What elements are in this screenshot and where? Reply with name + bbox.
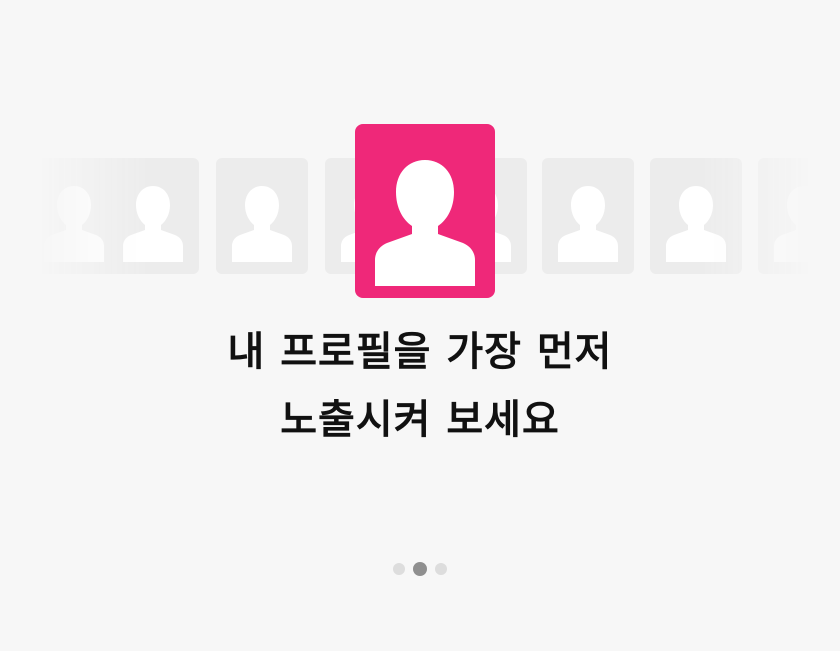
featured-profile-card <box>355 124 495 298</box>
user-silhouette-icon <box>774 186 834 262</box>
profile-thumbnail <box>758 158 840 274</box>
onboarding-carousel[interactable]: 내 프로필을 가장 먼저 노출시켜 보세요 <box>0 0 840 651</box>
pagination-dot-2-active[interactable] <box>413 562 427 576</box>
pagination-dot-3[interactable] <box>435 563 447 575</box>
onboarding-headline: 내 프로필을 가장 먼저 노출시켜 보세요 <box>0 318 840 454</box>
user-silhouette-icon <box>232 186 292 262</box>
profile-thumbnail <box>650 158 742 274</box>
profile-thumbnail <box>107 158 199 274</box>
profile-thumbnail <box>542 158 634 274</box>
pagination-dot-1[interactable] <box>393 563 405 575</box>
profile-thumbnail <box>216 158 308 274</box>
user-silhouette-icon <box>558 186 618 262</box>
headline-line-2: 노출시켜 보세요 <box>280 397 560 443</box>
pagination-dots <box>0 562 840 576</box>
user-profile-icon <box>375 160 475 286</box>
user-silhouette-icon <box>123 186 183 262</box>
user-silhouette-icon <box>666 186 726 262</box>
headline-line-1: 내 프로필을 가장 먼저 <box>227 329 613 375</box>
user-silhouette-icon <box>44 186 104 262</box>
